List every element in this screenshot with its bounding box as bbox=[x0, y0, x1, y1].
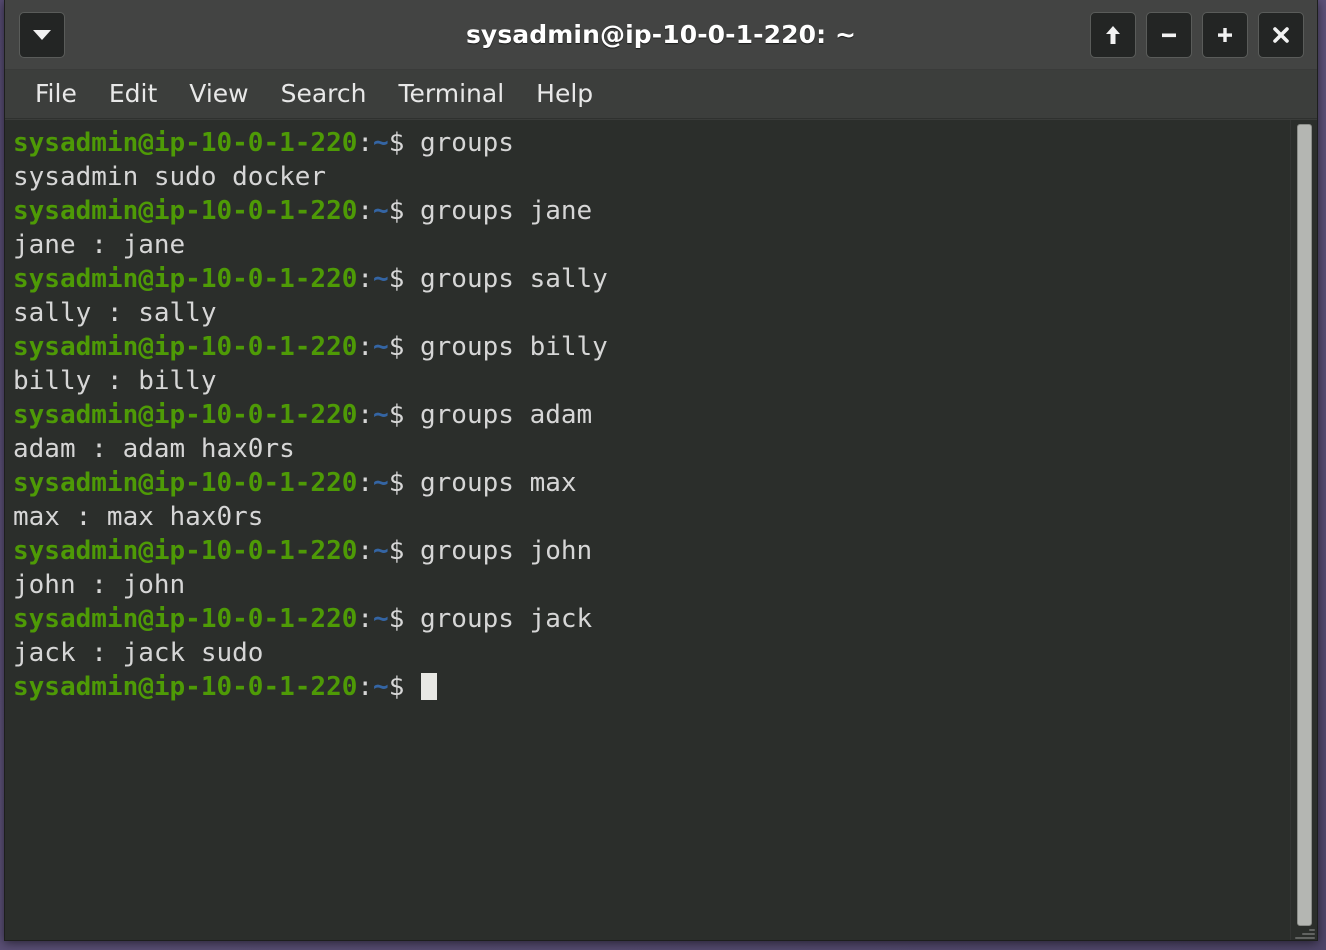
prompt-sigil: $ bbox=[388, 332, 420, 362]
prompt-colon: : bbox=[357, 196, 374, 226]
prompt-user-host: sysadmin@ip-10-0-1-220 bbox=[13, 264, 358, 294]
menu-item-terminal[interactable]: Terminal bbox=[384, 76, 518, 113]
title-bar[interactable]: sysadmin@ip-10-0-1-220: ~ bbox=[5, 0, 1317, 70]
menu-item-file[interactable]: File bbox=[21, 76, 91, 113]
prompt-sigil: $ bbox=[388, 264, 420, 294]
terminal-output-text: max : max hax0rs bbox=[13, 502, 264, 532]
terminal-output-line: jack : jack sudo bbox=[13, 636, 1290, 670]
terminal-output-text: billy : billy bbox=[13, 366, 217, 396]
prompt-user-host: sysadmin@ip-10-0-1-220 bbox=[13, 604, 358, 634]
prompt-user-host: sysadmin@ip-10-0-1-220 bbox=[13, 400, 358, 430]
chevron-down-icon bbox=[32, 28, 52, 42]
terminal-prompt-line: sysadmin@ip-10-0-1-220:~$ groups jane bbox=[13, 194, 1290, 228]
prompt-colon: : bbox=[357, 332, 374, 362]
minimize-button[interactable] bbox=[1146, 11, 1192, 58]
prompt-user-host: sysadmin@ip-10-0-1-220 bbox=[13, 128, 358, 158]
terminal-output-text: sysadmin sudo docker bbox=[13, 162, 327, 192]
prompt-user-host: sysadmin@ip-10-0-1-220 bbox=[13, 468, 358, 498]
terminal-prompt-line: sysadmin@ip-10-0-1-220:~$ bbox=[13, 670, 1290, 704]
prompt-sigil: $ bbox=[388, 128, 420, 158]
terminal-command: groups john bbox=[420, 536, 593, 566]
menu-item-search[interactable]: Search bbox=[267, 76, 381, 113]
terminal-prompt-line: sysadmin@ip-10-0-1-220:~$ groups jack bbox=[13, 602, 1290, 636]
prompt-user-host: sysadmin@ip-10-0-1-220 bbox=[13, 672, 358, 702]
terminal-output-text: adam : adam hax0rs bbox=[13, 434, 295, 464]
terminal-command: groups bbox=[420, 128, 514, 158]
window-menu-button[interactable] bbox=[19, 11, 65, 58]
prompt-path: ~ bbox=[373, 604, 389, 634]
menu-item-view[interactable]: View bbox=[175, 76, 262, 113]
prompt-sigil: $ bbox=[388, 672, 420, 702]
prompt-colon: : bbox=[357, 672, 374, 702]
terminal-output-line: billy : billy bbox=[13, 364, 1290, 398]
menu-bar: File Edit View Search Terminal Help bbox=[5, 70, 1317, 119]
terminal-output-line: sysadmin sudo docker bbox=[13, 160, 1290, 194]
terminal-command: groups adam bbox=[420, 400, 593, 430]
prompt-colon: : bbox=[357, 400, 374, 430]
prompt-colon: : bbox=[357, 536, 374, 566]
prompt-path: ~ bbox=[373, 536, 389, 566]
terminal-command: groups sally bbox=[420, 264, 608, 294]
terminal-output-line: jane : jane bbox=[13, 228, 1290, 262]
arrow-up-icon bbox=[1104, 24, 1122, 46]
terminal-command: groups billy bbox=[420, 332, 608, 362]
prompt-colon: : bbox=[357, 604, 374, 634]
terminal-area[interactable]: sysadmin@ip-10-0-1-220:~$ groups sysadmin… bbox=[5, 119, 1317, 940]
prompt-sigil: $ bbox=[388, 196, 420, 226]
prompt-sigil: $ bbox=[388, 536, 420, 566]
maximize-button[interactable] bbox=[1202, 11, 1248, 58]
terminal-output-text: sally : sally bbox=[13, 298, 217, 328]
close-button[interactable] bbox=[1258, 11, 1304, 58]
prompt-path: ~ bbox=[373, 196, 389, 226]
prompt-colon: : bbox=[357, 468, 374, 498]
menu-item-edit[interactable]: Edit bbox=[95, 76, 171, 113]
shade-button[interactable] bbox=[1090, 11, 1136, 58]
prompt-sigil: $ bbox=[388, 468, 420, 498]
terminal-prompt-line: sysadmin@ip-10-0-1-220:~$ groups bbox=[13, 126, 1290, 160]
terminal-prompt-line: sysadmin@ip-10-0-1-220:~$ groups billy bbox=[13, 330, 1290, 364]
terminal-output-line: john : john bbox=[13, 568, 1290, 602]
prompt-sigil: $ bbox=[388, 604, 420, 634]
prompt-path: ~ bbox=[373, 400, 389, 430]
terminal-command: groups jane bbox=[420, 196, 593, 226]
terminal-output-text: jane : jane bbox=[13, 230, 186, 260]
minus-icon bbox=[1159, 25, 1179, 45]
terminal-output-text: john : john bbox=[13, 570, 186, 600]
close-icon bbox=[1271, 25, 1291, 45]
prompt-user-host: sysadmin@ip-10-0-1-220 bbox=[13, 332, 358, 362]
terminal-command: groups jack bbox=[420, 604, 593, 634]
terminal-prompt-line: sysadmin@ip-10-0-1-220:~$ groups john bbox=[13, 534, 1290, 568]
prompt-user-host: sysadmin@ip-10-0-1-220 bbox=[13, 196, 358, 226]
terminal-scrollbar[interactable] bbox=[1290, 120, 1317, 940]
terminal-window: sysadmin@ip-10-0-1-220: ~ File Edit View… bbox=[4, 0, 1318, 941]
terminal-output-line: adam : adam hax0rs bbox=[13, 432, 1290, 466]
prompt-colon: : bbox=[357, 128, 374, 158]
terminal-cursor bbox=[421, 673, 437, 700]
prompt-path: ~ bbox=[373, 128, 389, 158]
prompt-path: ~ bbox=[373, 264, 389, 294]
window-controls bbox=[1090, 11, 1307, 58]
scrollbar-thumb[interactable] bbox=[1297, 124, 1312, 926]
terminal-command: groups max bbox=[420, 468, 577, 498]
prompt-colon: : bbox=[357, 264, 374, 294]
prompt-user-host: sysadmin@ip-10-0-1-220 bbox=[13, 536, 358, 566]
terminal-output-line: sally : sally bbox=[13, 296, 1290, 330]
resize-grip[interactable] bbox=[1293, 927, 1315, 939]
terminal-prompt-line: sysadmin@ip-10-0-1-220:~$ groups adam bbox=[13, 398, 1290, 432]
menu-item-help[interactable]: Help bbox=[522, 76, 607, 113]
plus-icon bbox=[1215, 25, 1235, 45]
terminal-output[interactable]: sysadmin@ip-10-0-1-220:~$ groups sysadmin… bbox=[5, 120, 1290, 940]
prompt-sigil: $ bbox=[388, 400, 420, 430]
terminal-output-text: jack : jack sudo bbox=[13, 638, 264, 668]
prompt-path: ~ bbox=[373, 468, 389, 498]
prompt-path: ~ bbox=[373, 672, 389, 702]
prompt-path: ~ bbox=[373, 332, 389, 362]
terminal-prompt-line: sysadmin@ip-10-0-1-220:~$ groups max bbox=[13, 466, 1290, 500]
terminal-output-line: max : max hax0rs bbox=[13, 500, 1290, 534]
terminal-prompt-line: sysadmin@ip-10-0-1-220:~$ groups sally bbox=[13, 262, 1290, 296]
